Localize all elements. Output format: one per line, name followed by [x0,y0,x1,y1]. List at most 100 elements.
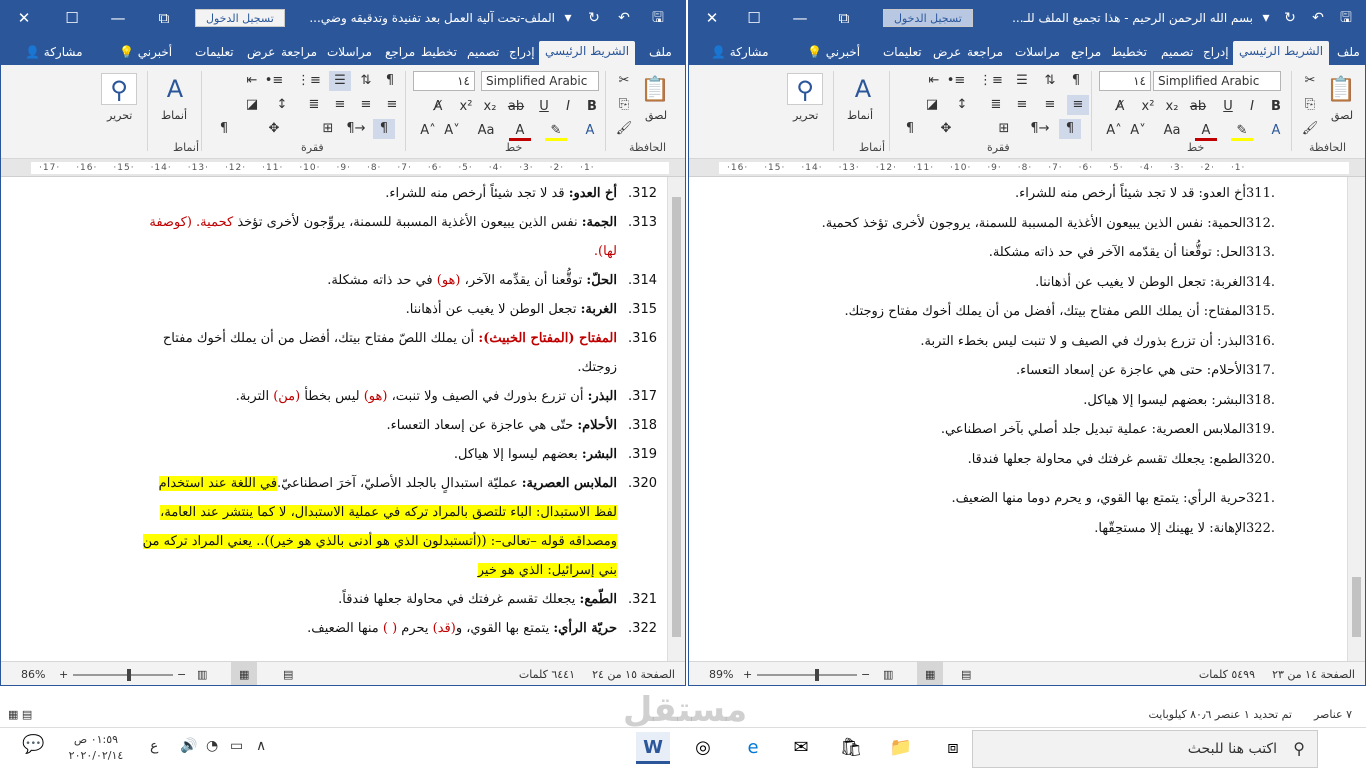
clear-formatting-icon[interactable]: A̸ [427,97,449,117]
zoom-slider-thumb[interactable] [127,669,131,681]
word-count[interactable]: ٦٤٤١ كلمات [519,662,575,685]
zoom-slider[interactable] [73,674,173,676]
strikethrough-icon[interactable]: ab [1187,97,1209,117]
change-case-icon[interactable]: Aa [1161,121,1183,141]
tab-design[interactable]: تصميم [1161,42,1193,65]
tell-me[interactable]: 💡 أخبرني [119,42,172,65]
borders-icon[interactable]: ⊞ [993,119,1015,139]
search-icon[interactable]: ⚲ [787,73,823,105]
maximize-icon[interactable]: ☐ [57,1,87,35]
font-color-icon[interactable]: A [509,121,531,141]
sort-icon[interactable]: ⇅ [355,71,377,91]
shrink-font-icon[interactable]: A˅ [1127,121,1149,141]
mail-icon[interactable]: ✉ [784,732,818,764]
tab-insert[interactable]: إدراج [1203,42,1229,65]
text-effects-icon[interactable]: A [579,121,601,141]
zoom-slider[interactable] [757,674,857,676]
superscript-icon[interactable]: x² [1137,97,1159,117]
network-icon[interactable]: ◔ [206,738,218,754]
decrease-indent-icon[interactable]: ⇤ [923,71,945,91]
tab-view[interactable]: عرض [247,42,275,65]
bold-icon[interactable]: B [581,97,603,117]
rtl-icon[interactable]: ¶ [1065,71,1087,91]
tab-references[interactable]: مراجع [385,42,415,65]
text-effects-icon[interactable]: A [1265,121,1287,141]
system-clock[interactable]: ٠١:٥٩ ص ٢٠٢٠/٠٢/١٤ [64,732,128,764]
read-mode-icon[interactable]: ▦ [231,662,258,685]
keyboard-language[interactable]: ع [150,738,158,754]
align-left-icon[interactable]: ≡ [1011,95,1033,115]
minimize-icon[interactable]: — [103,1,133,35]
tab-layout[interactable]: تخطيط [421,42,457,65]
volume-icon[interactable]: 🔊 [180,738,197,754]
share-button[interactable]: 👤 مشاركة [711,42,769,65]
tab-home[interactable]: الشريط الرئيسي [1233,41,1330,65]
italic-icon[interactable]: I [557,97,579,117]
zoom-level[interactable]: 86% [21,662,45,685]
word-icon[interactable]: W [636,732,670,764]
horizontal-ruler[interactable]: ·17· ·16· ·15· ·14· ·13· ·12· ·11· ·10· ·9· ·8· ·7… [1,159,685,177]
zoom-out-icon[interactable]: − [177,662,186,685]
tab-mailings[interactable]: مراسلات [1015,42,1060,65]
highlight-icon[interactable]: ✎ [545,121,567,141]
align-center-icon[interactable]: ≡ [355,95,377,115]
tab-review[interactable]: مراجعة [967,42,1003,65]
scroll-thumb[interactable] [1352,577,1361,637]
tab-insert[interactable]: إدراج [509,42,535,65]
task-view-icon[interactable]: ⧈ [936,732,970,764]
web-layout-icon[interactable]: ▥ [197,662,207,685]
tab-file[interactable]: ملف [1337,42,1360,65]
line-spacing-icon[interactable]: ↕ [951,95,973,115]
ribbon-display-options-icon[interactable]: ⧉ [829,1,859,35]
print-layout-icon[interactable]: ▤ [961,662,971,685]
numbering-icon[interactable]: ⋮≡ [297,71,321,91]
redo-icon[interactable]: ↻ [583,1,605,35]
multilevel-list-icon[interactable]: ☰ [1011,71,1033,91]
view-toggle-icons[interactable]: ▦ ▤ [8,708,32,721]
scroll-thumb[interactable] [672,197,681,637]
tab-design[interactable]: تصميم [467,42,499,65]
word-count[interactable]: ٥٤٩٩ كلمات [1199,662,1255,685]
asian-layout-icon[interactable]: ✥ [263,119,285,139]
ltr-icon[interactable]: ¶→ [1029,119,1051,139]
store-icon[interactable]: 🛍 [834,732,868,764]
asian-layout-icon[interactable]: ✥ [935,119,957,139]
copy-icon[interactable]: ⎘ [1299,95,1321,115]
font-size-combo[interactable]: ١٤ [1099,71,1151,91]
format-painter-icon[interactable]: 🖌 [1299,119,1321,139]
font-name-combo[interactable]: Simplified Arabic [1153,71,1281,91]
numbering-icon[interactable]: ⋮≡ [979,71,1003,91]
web-layout-icon[interactable]: ▥ [883,662,893,685]
justify-icon[interactable]: ≣ [303,95,325,115]
change-case-icon[interactable]: Aa [475,121,497,141]
styles-icon[interactable]: A [157,73,193,105]
print-layout-icon[interactable]: ▤ [283,662,293,685]
maximize-icon[interactable]: ☐ [739,1,769,35]
shading-icon[interactable]: ◪ [241,95,263,115]
superscript-icon[interactable]: x² [455,97,477,117]
customize-qat-icon[interactable]: ▾ [557,1,579,35]
taskbar-search[interactable]: ⚲ اكتب هنا للبحث [972,730,1318,768]
align-left-icon[interactable]: ≡ [329,95,351,115]
tab-mailings[interactable]: مراسلات [327,42,372,65]
sign-in-button[interactable]: تسجيل الدخول [195,9,285,27]
pilcrow-icon[interactable]: ¶ [899,119,921,139]
tab-view[interactable]: عرض [933,42,961,65]
page-count[interactable]: الصفحة ١٤ من ٢٣ [1272,662,1355,685]
customize-qat-icon[interactable]: ▾ [1255,1,1277,35]
tab-help[interactable]: تعليمات [195,42,234,65]
copy-icon[interactable]: ⎘ [613,95,635,115]
zoom-level[interactable]: 89% [709,662,733,685]
font-size-combo[interactable]: ١٤ [413,71,475,91]
undo-icon[interactable]: ↶ [613,1,635,35]
search-icon[interactable]: ⚲ [101,73,137,105]
format-painter-icon[interactable]: 🖌 [613,119,635,139]
zoom-in-icon[interactable]: + [743,662,752,685]
read-mode-icon[interactable]: ▦ [917,662,944,685]
tab-layout[interactable]: تخطيط [1111,42,1147,65]
bullets-icon[interactable]: •≡ [945,71,967,91]
share-button[interactable]: 👤 مشاركة [25,42,83,65]
multilevel-list-icon[interactable]: ☰ [329,71,351,91]
ltr-icon[interactable]: ¶→ [345,119,367,139]
shrink-font-icon[interactable]: A˅ [441,121,463,141]
